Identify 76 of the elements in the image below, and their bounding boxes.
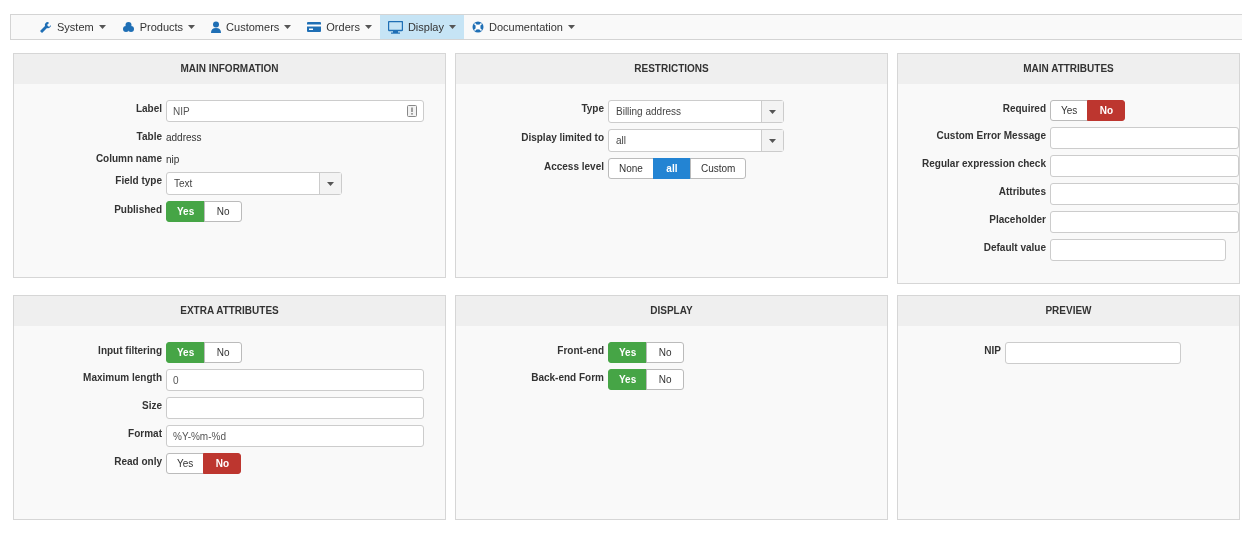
credit-card-icon xyxy=(307,21,322,33)
exclamation-icon xyxy=(407,105,417,117)
caret-icon xyxy=(364,25,372,29)
field-label: Back-end Form xyxy=(530,371,605,383)
field-label: Column name xyxy=(94,152,163,164)
field-label: Regular expression check xyxy=(921,157,1047,169)
caret-icon xyxy=(449,25,456,29)
cubes-icon xyxy=(121,21,135,33)
toggle-option[interactable]: Yes xyxy=(1050,100,1089,121)
panel-title: MAIN ATTRIBUTES xyxy=(898,54,1239,84)
field-label: Format xyxy=(127,427,163,439)
menu-item[interactable]: Customers xyxy=(203,15,300,39)
menu-item[interactable]: Documentation xyxy=(464,15,583,39)
field-label: Display limited to xyxy=(520,131,605,143)
toggle-option[interactable]: No xyxy=(1087,100,1126,121)
panel-title: PREVIEW xyxy=(898,296,1239,326)
field-value: address xyxy=(166,131,202,144)
dropdown[interactable]: Billing address xyxy=(608,100,784,123)
caret-icon xyxy=(98,25,106,29)
caret-icon xyxy=(327,181,334,186)
toggle-option[interactable]: No xyxy=(646,342,685,363)
caret-icon xyxy=(188,25,196,29)
input-field[interactable] xyxy=(1050,155,1239,177)
caret-icon xyxy=(769,109,776,114)
monitor-icon xyxy=(387,20,403,34)
field-label: Table xyxy=(135,130,163,142)
field-label: Input filtering xyxy=(97,344,163,356)
input-field[interactable]: 0 xyxy=(166,369,424,391)
input-field[interactable] xyxy=(1050,239,1226,261)
field-label: Access level xyxy=(542,160,605,172)
menu-item[interactable]: Orders xyxy=(299,15,380,39)
input-field[interactable] xyxy=(1005,342,1181,364)
field-label: Type xyxy=(580,102,605,114)
caret-icon xyxy=(769,138,776,143)
toggle-option[interactable]: No xyxy=(204,342,243,363)
panel-title: DISPLAY xyxy=(456,296,887,326)
toggle-option[interactable]: No xyxy=(203,453,242,474)
field-label: Front-end xyxy=(556,344,605,356)
field-label: Default value xyxy=(982,241,1047,253)
caret-icon xyxy=(568,25,575,29)
field-label: Required xyxy=(1001,102,1047,114)
field-label: Label xyxy=(134,102,163,114)
toggle-option[interactable]: No xyxy=(204,201,243,222)
input-field[interactable] xyxy=(1050,211,1239,233)
lifebuoy-icon xyxy=(472,21,484,33)
input-field[interactable]: NIP xyxy=(166,100,424,122)
toggle-option[interactable]: Yes xyxy=(166,453,205,474)
field-value: nip xyxy=(166,153,180,166)
panel-title: EXTRA ATTRIBUTES xyxy=(14,296,445,326)
panel-title: MAIN INFORMATION xyxy=(14,54,445,84)
field-label: Maximum length xyxy=(82,371,163,383)
input-field[interactable]: %Y-%m-%d xyxy=(166,425,424,447)
menu-item[interactable]: Display xyxy=(379,15,464,39)
toggle-option[interactable]: Custom xyxy=(689,158,747,179)
field-label: Field type xyxy=(114,174,163,186)
input-field[interactable] xyxy=(166,397,424,419)
panel-title: RESTRICTIONS xyxy=(456,54,887,84)
toggle-option[interactable]: None xyxy=(608,158,654,179)
field-label: Attributes xyxy=(997,185,1047,197)
dropdown[interactable]: all xyxy=(608,129,784,152)
menu-item[interactable]: System xyxy=(31,15,114,39)
field-label: Size xyxy=(141,399,163,411)
toggle-option[interactable]: No xyxy=(646,369,685,390)
user-icon xyxy=(211,21,222,33)
input-field[interactable] xyxy=(1050,183,1239,205)
field-label: Placeholder xyxy=(988,213,1047,225)
field-label: NIP xyxy=(983,344,1002,356)
input-field[interactable] xyxy=(1050,127,1239,149)
field-label: Read only xyxy=(113,455,163,467)
toggle-option[interactable]: all xyxy=(652,158,691,179)
menu-item[interactable]: Products xyxy=(113,15,204,39)
dropdown[interactable]: Text xyxy=(166,172,342,195)
caret-icon xyxy=(284,25,292,29)
field-label: Published xyxy=(113,203,163,215)
field-label: Custom Error Message xyxy=(935,129,1047,141)
wrench-icon xyxy=(39,20,52,34)
